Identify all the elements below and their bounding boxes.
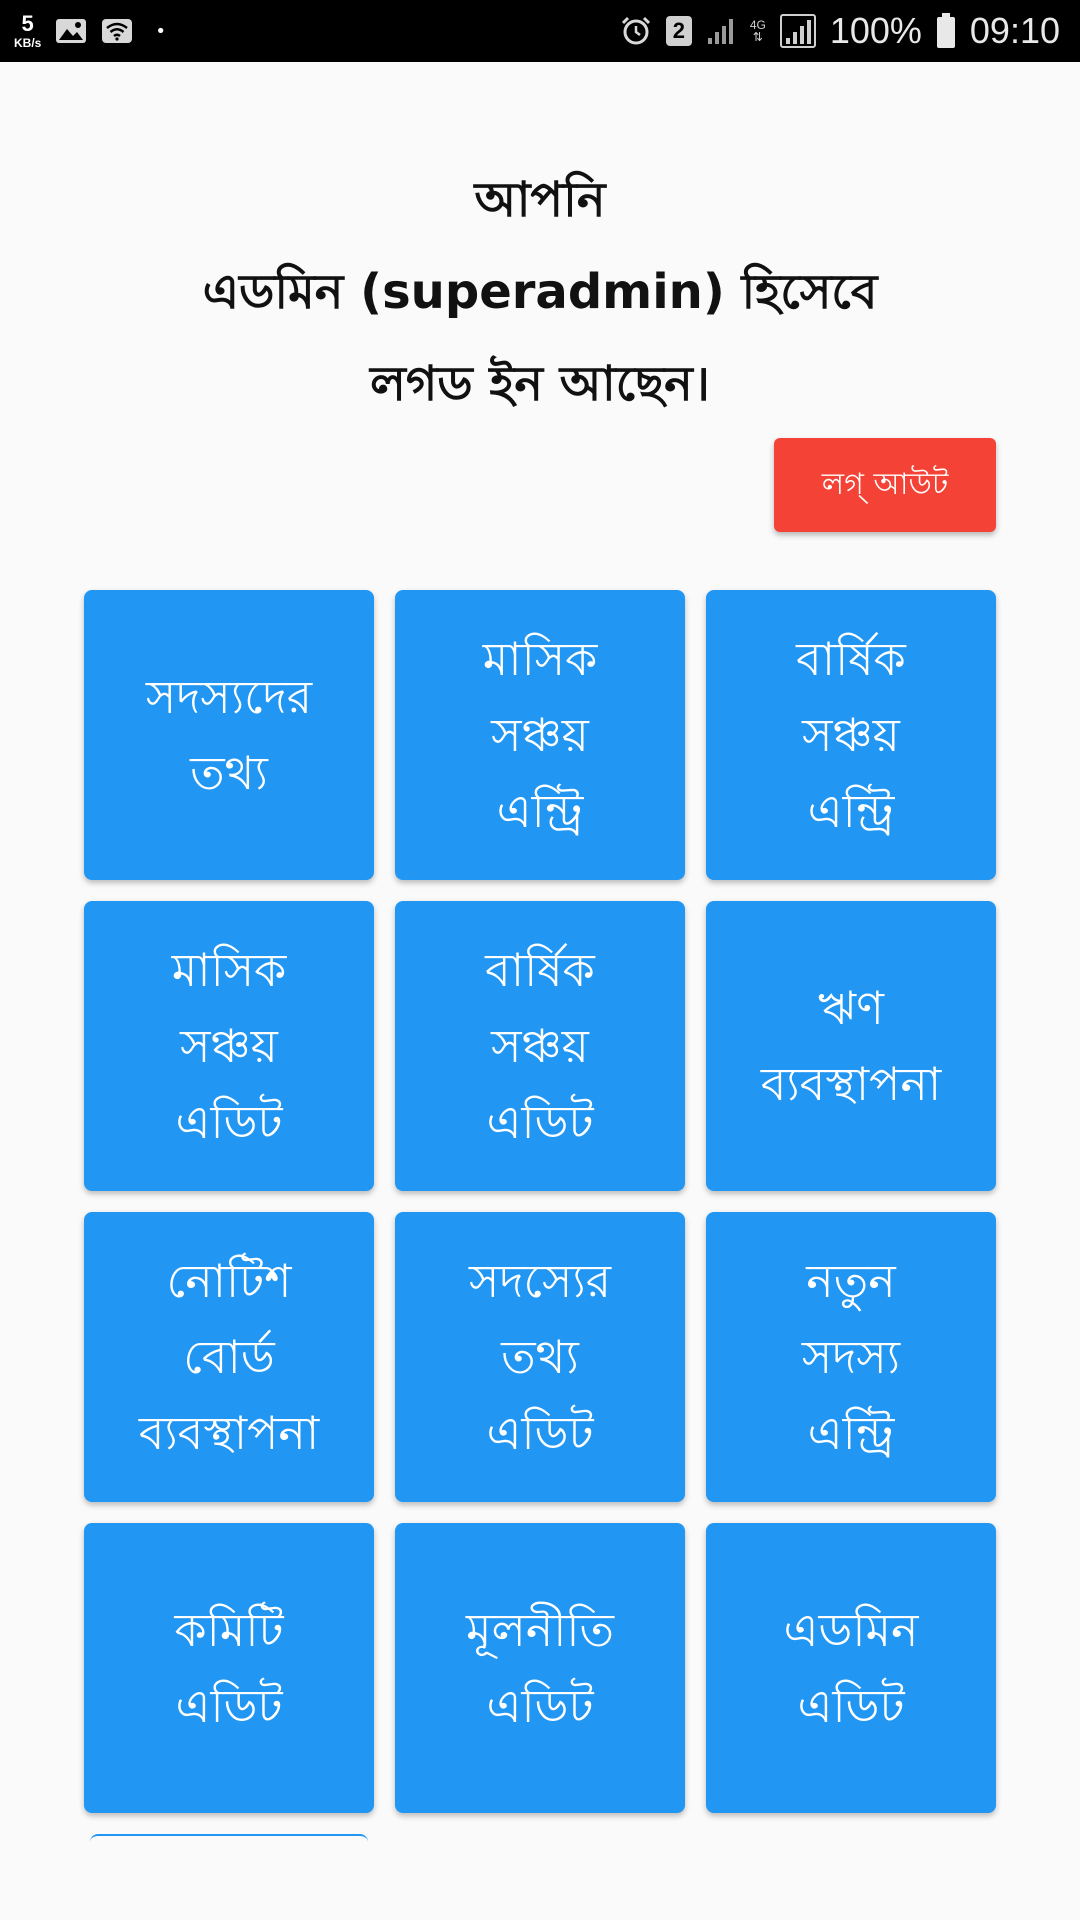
status-bar-left: 5 KB/s • — [14, 11, 166, 50]
tile-yearly-savings-edit[interactable]: বার্ষিক সঞ্চয় এডিট — [395, 901, 685, 1191]
sim-slot-badge: 2 — [665, 16, 692, 46]
notification-dot: • — [155, 20, 166, 42]
tile-member-info-edit[interactable]: সদস্যের তথ্য এডিট — [395, 1212, 685, 1502]
status-bar-right: 2 4G ⇅ 100% 09:10 — [620, 10, 1060, 52]
tile-admin-edit[interactable]: এডমিন এডিট — [706, 1523, 996, 1813]
partially-visible-tile[interactable] — [90, 1834, 368, 1860]
tile-notice-board-management[interactable]: নোটিশ বোর্ড ব্যবস্থাপনা — [84, 1212, 374, 1502]
tile-committee-edit[interactable]: কমিটি এডিট — [84, 1523, 374, 1813]
menu-grid: সদস্যদের তথ্য মাসিক সঞ্চয় এন্ট্রি বার্ষ… — [84, 590, 996, 1813]
network-speed-value: 5 — [21, 11, 34, 36]
alarm-icon — [620, 15, 652, 47]
network-speed-unit: KB/s — [14, 36, 42, 50]
tile-principles-edit[interactable]: মূলনীতি এডিট — [395, 1523, 685, 1813]
login-status-heading: আপনি এডমিন (superadmin) হিসেবে লগড ইন আছ… — [60, 154, 1020, 430]
status-bar: 5 KB/s • 2 4G ⇅ 100% 09:10 — [0, 0, 1080, 62]
tile-monthly-savings-entry[interactable]: মাসিক সঞ্চয় এন্ট্রি — [395, 590, 685, 880]
tile-monthly-savings-edit[interactable]: মাসিক সঞ্চয় এডিট — [84, 901, 374, 1191]
heading-line-2: এডমিন (superadmin) হিসেবে — [202, 264, 878, 320]
signal-sim2-icon — [779, 14, 816, 48]
clock: 09:10 — [969, 10, 1060, 51]
battery-icon — [936, 13, 956, 49]
heading-line-1: আপনি — [474, 172, 606, 228]
logout-button[interactable]: লগ্ আউট — [774, 438, 996, 532]
data-arrows-icon: ⇅ — [752, 30, 763, 44]
heading-line-3: লগড ইন আছেন। — [370, 356, 710, 412]
wifi-hotspot-icon — [101, 17, 133, 45]
signal-sim1-icon — [706, 16, 736, 46]
tile-members-info[interactable]: সদস্যদের তথ্য — [84, 590, 374, 880]
battery-percent: 100% — [829, 10, 922, 51]
tile-loan-management[interactable]: ঋণ ব্যবস্থাপনা — [706, 901, 996, 1191]
admin-dashboard: আপনি এডমিন (superadmin) হিসেবে লগড ইন আছ… — [0, 62, 1080, 1920]
gallery-icon — [55, 17, 87, 45]
tile-new-member-entry[interactable]: নতুন সদস্য এন্ট্রি — [706, 1212, 996, 1502]
tile-yearly-savings-entry[interactable]: বার্ষিক সঞ্চয় এন্ট্রি — [706, 590, 996, 880]
network-type: 4G ⇅ — [750, 19, 766, 43]
network-speed: 5 KB/s — [14, 11, 42, 50]
